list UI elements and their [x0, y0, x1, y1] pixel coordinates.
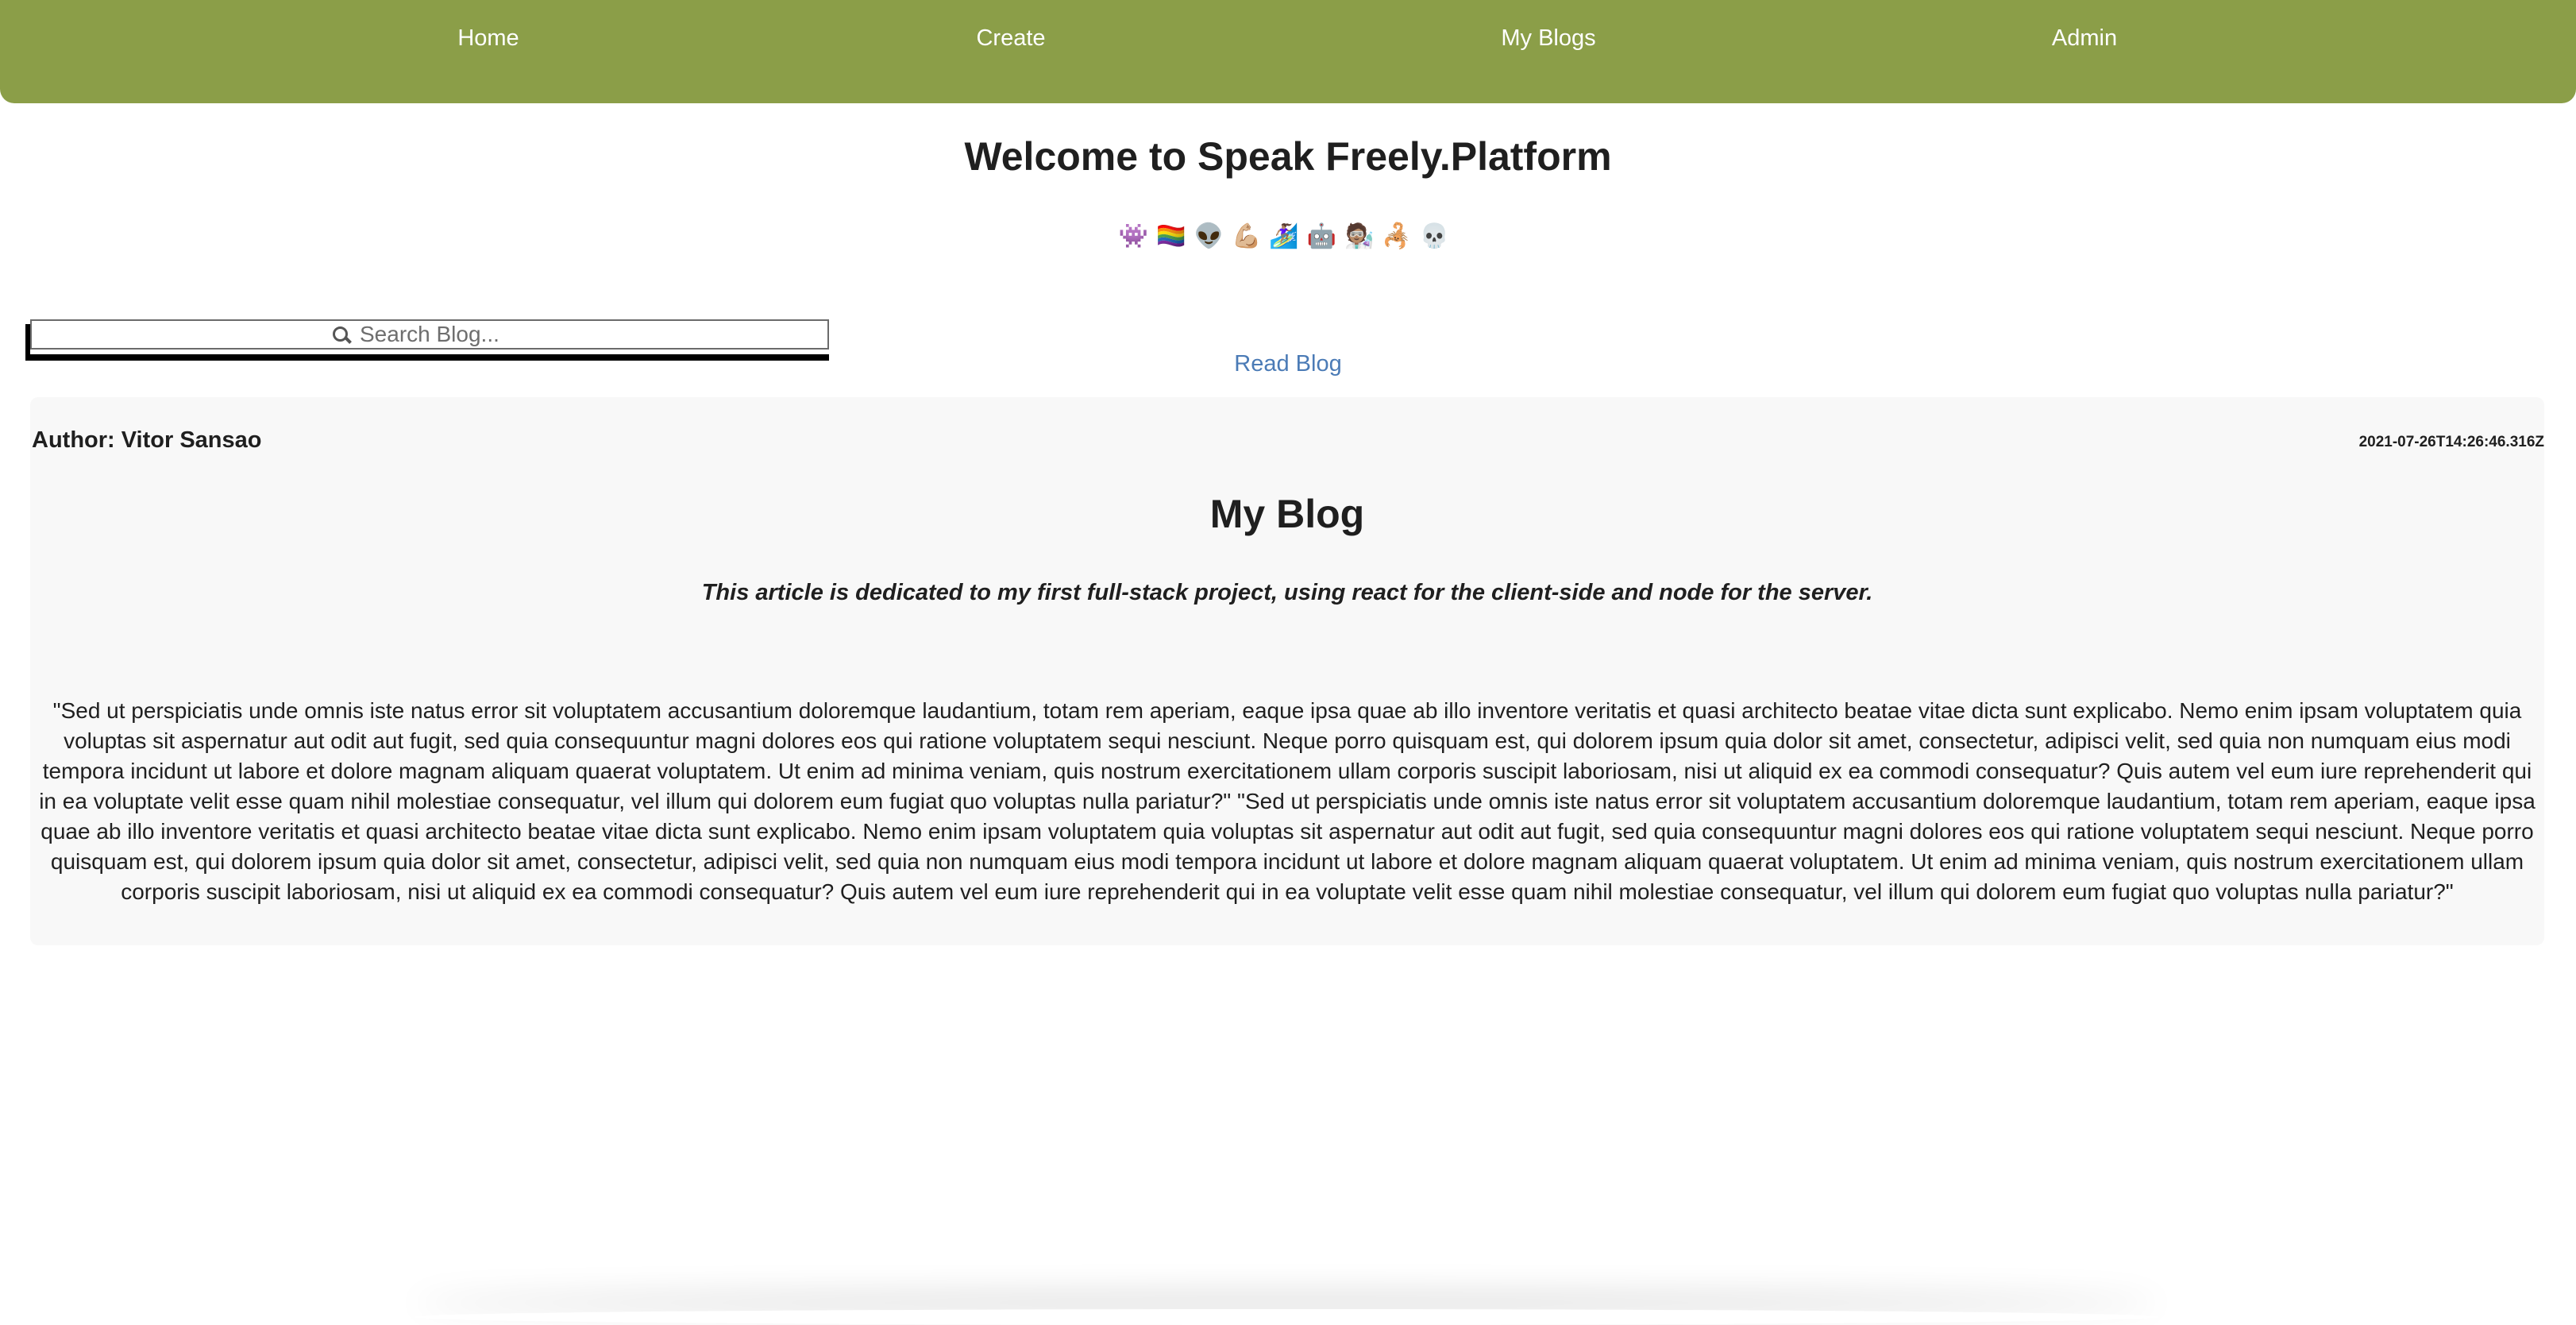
- search-input[interactable]: [360, 322, 526, 347]
- search-icon: [333, 326, 352, 344]
- post-author: Author: Vitor Sansao: [32, 427, 262, 453]
- post-subtitle: This article is dedicated to my first fu…: [701, 580, 1873, 605]
- nav-create-link[interactable]: Create: [976, 25, 1045, 52]
- emoji-decoration-row: 👾🏳️‍🌈👽💪🏼🏄🏽‍♀️🤖🧑🏽‍🔬🦂💀: [1118, 223, 1458, 249]
- nav-admin-link[interactable]: Admin: [2052, 25, 2117, 52]
- search-box[interactable]: [30, 319, 829, 350]
- read-blog-link[interactable]: Read Blog: [0, 351, 2576, 377]
- nav-home-link[interactable]: Home: [457, 25, 519, 52]
- post-date: 2021-07-26T14:26:46.316Z: [2358, 434, 2544, 450]
- nav-my-blogs-link[interactable]: My Blogs: [1501, 25, 1595, 52]
- search-bar: [25, 319, 832, 361]
- post-title: My Blog: [1209, 492, 1365, 536]
- top-navbar: Home Create My Blogs Admin: [0, 0, 2576, 103]
- post-body: "Sed ut perspiciatis unde omnis iste nat…: [39, 698, 2536, 904]
- blog-post-card: Author: Vitor Sansao 2021-07-26T14:26:46…: [30, 397, 2544, 945]
- footer-shadow: [413, 1309, 2160, 1325]
- page-title: Welcome to Speak Freely.Platform: [964, 134, 1612, 179]
